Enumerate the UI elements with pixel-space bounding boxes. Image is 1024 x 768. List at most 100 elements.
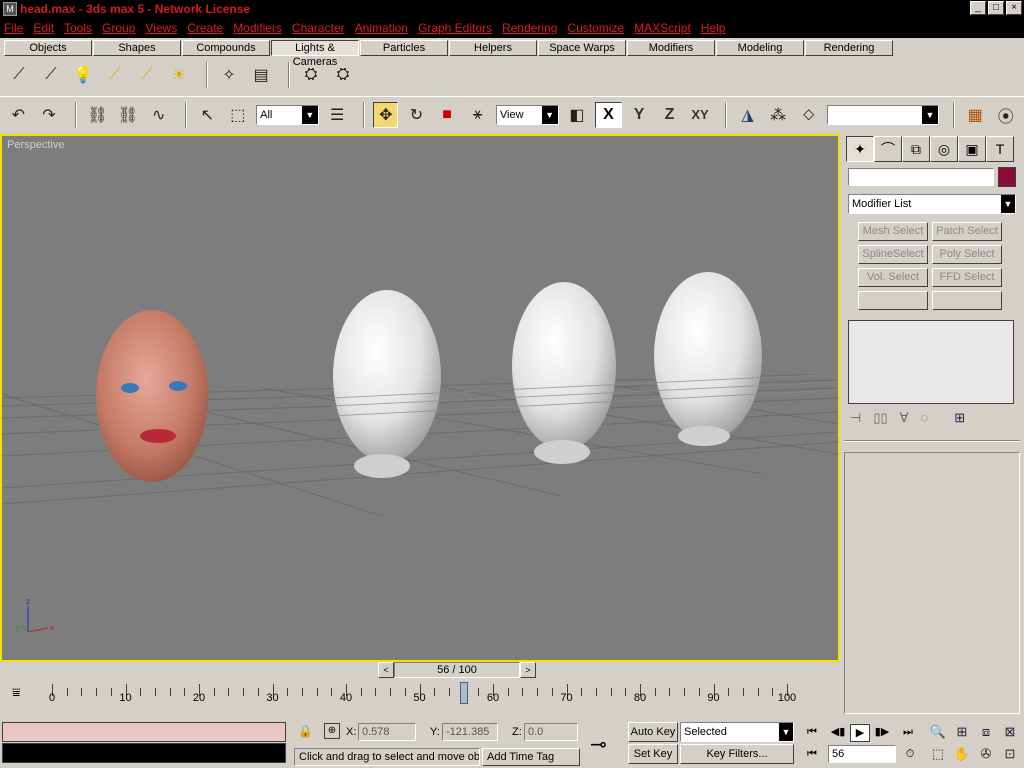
previous-frame-icon[interactable]: ◀▮	[828, 724, 848, 742]
zoom-icon[interactable]: 🔍	[928, 722, 948, 742]
material-editor-icon[interactable]: ⦿	[994, 102, 1019, 128]
axis-xy-button[interactable]: XY	[687, 102, 713, 128]
menu-group[interactable]: Group	[102, 21, 135, 35]
mesh-select-button[interactable]: Mesh Select	[858, 222, 928, 241]
align-icon[interactable]: ⬦	[796, 102, 821, 128]
tab-particles[interactable]: Particles	[360, 40, 448, 56]
omni-light-icon[interactable]: 💡	[70, 62, 96, 88]
free-camera-icon[interactable]: ⛭	[330, 62, 356, 88]
sunlight-icon[interactable]: ☀	[166, 62, 192, 88]
object-name-field[interactable]	[848, 168, 994, 186]
target-direct-icon[interactable]: ⟋	[102, 62, 128, 88]
select-and-manipulate-icon[interactable]: ⚹	[465, 102, 490, 128]
zoom-extents-all-icon[interactable]: ⊠	[1000, 722, 1020, 742]
mirror-icon[interactable]: ◮	[735, 102, 760, 128]
maxscript-listener-input[interactable]	[2, 722, 286, 742]
menu-character[interactable]: Character	[292, 21, 345, 35]
x-coord-field[interactable]: 0.578	[358, 723, 416, 741]
modifier-list-dropdown[interactable]: Modifier List ▼	[848, 194, 1016, 214]
empty-modifier-button[interactable]	[932, 291, 1002, 310]
modifier-stack[interactable]	[848, 320, 1014, 404]
spline-select-button[interactable]: SplineSelect	[858, 245, 928, 264]
select-and-link-icon[interactable]: ⛓	[85, 102, 110, 128]
pin-stack-icon[interactable]: ⊣	[850, 410, 861, 426]
key-mode-dropdown[interactable]: Selected ▼	[680, 722, 794, 742]
display-panel-icon[interactable]: ▣	[958, 136, 986, 162]
select-and-move-icon[interactable]: ✥	[373, 101, 399, 128]
mini-curve-editor-icon[interactable]: ⩸	[12, 684, 21, 701]
minimize-button[interactable]: _	[970, 1, 986, 15]
y-coord-field[interactable]: -121.385	[442, 723, 498, 741]
menu-modifiers[interactable]: Modifiers	[233, 21, 282, 35]
tab-objects[interactable]: Objects	[4, 40, 92, 56]
selection-filter-dropdown[interactable]: All ▼	[256, 104, 319, 125]
current-time-marker[interactable]	[459, 682, 468, 704]
utilities-panel-icon[interactable]: T	[986, 136, 1014, 162]
object-color-swatch[interactable]	[998, 167, 1016, 187]
close-button[interactable]: ×	[1006, 1, 1022, 15]
play-icon[interactable]: ▶	[850, 724, 870, 742]
motion-panel-icon[interactable]: ◎	[930, 136, 958, 162]
unlink-selection-icon[interactable]: ⛓	[116, 102, 141, 128]
pan-icon[interactable]: ✋	[952, 744, 972, 764]
time-slider-label[interactable]: 56 / 100	[394, 662, 520, 678]
absolute-transform-icon[interactable]: ⊕	[324, 723, 340, 739]
free-direct-icon[interactable]: ⟋	[134, 62, 160, 88]
perspective-viewport[interactable]: Perspective z x y	[0, 134, 840, 662]
zoom-all-icon[interactable]: ⊞	[952, 722, 972, 742]
show-end-result-icon[interactable]: ▯▯	[873, 410, 887, 426]
tab-modeling[interactable]: Modeling	[716, 40, 804, 56]
target-spot-icon[interactable]: ⟋	[6, 62, 32, 88]
time-slider-prev-button[interactable]: <	[378, 662, 394, 678]
ffd-select-button[interactable]: FFD Select	[932, 268, 1002, 287]
vol-select-button[interactable]: Vol. Select	[858, 268, 928, 287]
modify-panel-icon[interactable]: ⌒	[874, 136, 902, 162]
light-include-exclude-icon[interactable]: ✧	[216, 62, 242, 88]
axis-x-button[interactable]: X	[595, 101, 622, 128]
zoom-extents-icon[interactable]: ⧈	[976, 722, 996, 742]
target-camera-icon[interactable]: ⛭	[298, 62, 324, 88]
tab-compounds[interactable]: Compounds	[182, 40, 270, 56]
menu-edit[interactable]: Edit	[33, 21, 54, 35]
axis-z-button[interactable]: Z	[656, 102, 682, 128]
patch-select-button[interactable]: Patch Select	[932, 222, 1002, 241]
bind-to-space-warp-icon[interactable]: ∿	[146, 102, 171, 128]
app-icon[interactable]: M	[3, 2, 17, 16]
menu-animation[interactable]: Animation	[355, 21, 408, 35]
create-panel-icon[interactable]: ✦	[846, 136, 874, 162]
time-configuration-icon[interactable]: ⏱	[900, 746, 920, 764]
auto-key-button[interactable]: Auto Key	[628, 722, 678, 742]
maxscript-listener-output[interactable]	[2, 743, 286, 763]
next-frame-icon[interactable]: ▮▶	[872, 724, 892, 742]
maximize-button[interactable]: □	[988, 1, 1004, 15]
set-keys-icon[interactable]: ⊸	[590, 732, 607, 757]
z-coord-field[interactable]: 0.0	[524, 723, 578, 741]
tab-lights-cameras[interactable]: Lights & Cameras	[271, 40, 359, 68]
free-spot-icon[interactable]: ⟋	[38, 62, 64, 88]
time-slider-next-button[interactable]: >	[520, 662, 536, 678]
menu-file[interactable]: File	[4, 21, 23, 35]
menu-tools[interactable]: Tools	[64, 21, 92, 35]
track-view-icon[interactable]: ▦	[963, 102, 988, 128]
tab-rendering[interactable]: Rendering	[805, 40, 893, 56]
select-by-name-icon[interactable]: ☰	[325, 102, 350, 128]
menu-help[interactable]: Help	[701, 21, 726, 35]
menu-rendering[interactable]: Rendering	[502, 21, 557, 35]
light-lister-icon[interactable]: ▤	[248, 62, 274, 88]
arc-rotate-icon[interactable]: ✇	[976, 744, 996, 764]
reference-coord-dropdown[interactable]: View ▼	[495, 104, 559, 125]
tab-helpers[interactable]: Helpers	[449, 40, 537, 56]
select-and-scale-icon[interactable]: ■	[435, 102, 460, 128]
menu-maxscript[interactable]: MAXScript	[634, 21, 691, 35]
select-and-rotate-icon[interactable]: ↻	[404, 102, 429, 128]
redo-icon[interactable]: ↷	[37, 102, 62, 128]
go-to-end-icon[interactable]: ⏭	[898, 724, 918, 742]
maximize-viewport-icon[interactable]: ⊡	[1000, 744, 1020, 764]
region-zoom-icon[interactable]: ⬚	[928, 744, 948, 764]
time-slider[interactable]: < 56 / 100 >	[378, 662, 536, 678]
track-bar[interactable]: ⩸ 0 10 20 30 40 50 60 70 80 90 100	[0, 680, 840, 718]
lock-selection-icon[interactable]: 🔒	[298, 724, 313, 738]
selection-region-icon[interactable]: ⬚	[226, 102, 251, 128]
undo-icon[interactable]: ↶	[6, 102, 31, 128]
menu-views[interactable]: Views	[145, 21, 177, 35]
